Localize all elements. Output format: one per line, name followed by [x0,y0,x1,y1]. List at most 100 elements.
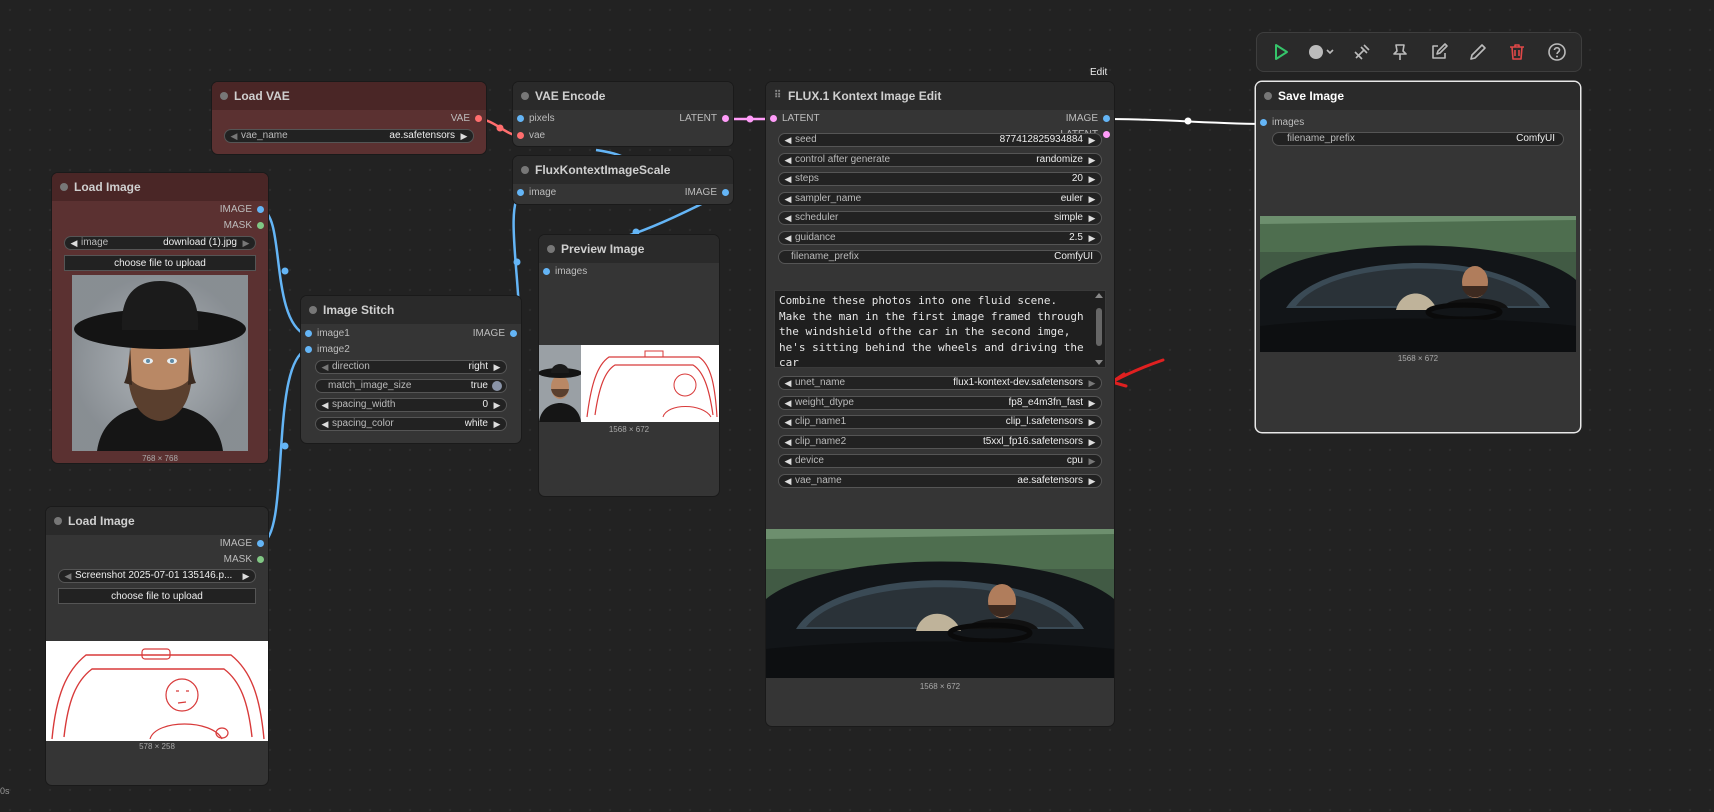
output-pin[interactable] [257,540,264,547]
output-pin[interactable] [510,330,517,337]
widget-clip-name2[interactable]: ◀ clip_name2 t5xxl_fp16.safetensors ▶ [778,434,1102,449]
input-latent[interactable]: LATENT [766,112,820,126]
input-pin[interactable] [543,268,550,275]
input-pin[interactable] [1260,119,1267,126]
node-flux-kontext-image-edit[interactable]: ⠿ FLUX.1 Kontext Image Edit LATENT IMAGE … [766,82,1114,726]
arrow-left-icon[interactable]: ◀ [229,129,239,143]
arrow-left-icon[interactable]: ◀ [69,236,79,250]
arrow-right-icon[interactable]: ▶ [1087,133,1097,147]
wire-handle[interactable] [1184,117,1192,125]
edit-box-icon[interactable] [1429,42,1449,62]
collapse-dot-icon[interactable] [547,245,555,253]
widget-sampler-name[interactable]: ◀ sampler_name euler ▶ [778,191,1102,206]
upload-button[interactable]: choose file to upload [64,255,256,271]
collapse-dot-icon[interactable] [220,92,228,100]
widget-clip-name1[interactable]: ◀ clip_name1 clip_l.safetensors ▶ [778,415,1102,429]
collapse-dot-icon[interactable] [60,183,68,191]
arrow-right-icon[interactable]: ▶ [1087,415,1097,429]
widget-steps[interactable]: ◀ steps 20 ▶ [778,172,1102,186]
image-widget[interactable]: ◀ image download (1).jpg ▶ [64,236,256,250]
spacing-width-widget[interactable]: ◀ spacing_width 0 ▶ [315,398,507,412]
arrow-right-icon[interactable]: ▶ [1087,474,1097,488]
arrow-left-icon[interactable]: ◀ [783,376,793,390]
arrow-left-icon[interactable]: ◀ [783,211,793,225]
node-title[interactable]: Load VAE [212,82,486,110]
node-load-vae[interactable]: Load VAE VAE ◀ vae_name ae.safetensors ▶ [212,82,486,154]
match-image-size-toggle[interactable]: match_image_size true [315,379,507,393]
collapse-dot-icon[interactable] [54,517,62,525]
edit-label[interactable]: Edit [1090,67,1107,78]
arrow-right-icon[interactable]: ▶ [1087,153,1097,167]
node-save-image[interactable]: Save Image images filename_prefix ComfyU… [1256,82,1580,432]
node-image-stitch[interactable]: Image Stitch image1 image2 IMAGE ◀ direc… [301,296,521,443]
output-image[interactable]: IMAGE [1066,112,1114,126]
arrow-left-icon[interactable]: ◀ [783,415,793,429]
output-pin[interactable] [722,189,729,196]
widget-weight-dtype[interactable]: ◀ weight_dtype fp8_e4m3fn_fast ▶ [778,395,1102,410]
arrow-left-icon[interactable]: ◀ [783,192,793,206]
output-pin[interactable] [257,222,264,229]
output-image[interactable]: IMAGE [220,203,268,217]
arrow-right-icon[interactable]: ▶ [459,129,469,143]
widget-control-after-generate[interactable]: ◀ control after generate randomize ▶ [778,152,1102,167]
arrow-right-icon[interactable]: ▶ [1087,172,1097,186]
input-images[interactable]: images [539,265,587,279]
wire-handle[interactable] [746,115,754,123]
collapse-dot-icon[interactable] [309,306,317,314]
textarea-scrollbar[interactable] [1094,292,1104,366]
output-pin[interactable] [257,556,264,563]
arrow-left-icon[interactable]: ◀ [320,360,330,374]
input-pixels[interactable]: pixels [513,112,555,126]
node-title[interactable]: ⠿ FLUX.1 Kontext Image Edit [766,82,1114,110]
node-vae-encode[interactable]: VAE Encode pixels vae LATENT [513,82,733,146]
widget-scheduler[interactable]: ◀ scheduler simple ▶ [778,211,1102,225]
arrow-left-icon[interactable]: ◀ [783,474,793,488]
wire-handle[interactable] [281,267,289,275]
output-pin[interactable] [1103,115,1110,122]
output-image[interactable]: IMAGE [685,186,733,200]
widget-filename-prefix[interactable]: filename_prefix ComfyUI [778,250,1102,264]
spacing-color-widget[interactable]: ◀ spacing_color white ▶ [315,417,507,431]
output-mask[interactable]: MASK [224,219,268,233]
collapse-dot-icon[interactable] [1264,92,1272,100]
arrow-left-icon[interactable]: ◀ [783,396,793,410]
node-title[interactable]: Image Stitch [301,296,521,324]
input-pin[interactable] [305,330,312,337]
widget-guidance[interactable]: ◀ guidance 2.5 ▶ [778,230,1102,245]
node-title[interactable]: VAE Encode [513,82,733,110]
output-pin[interactable] [1103,131,1110,138]
filename-prefix-widget[interactable]: filename_prefix ComfyUI [1272,132,1564,146]
output-pin[interactable] [475,115,482,122]
node-preview-image[interactable]: Preview Image images 1568 × 672 [539,235,719,496]
node-load-image-2[interactable]: Load Image IMAGE MASK ◀ Screenshot 2025-… [46,507,268,785]
play-icon[interactable] [1271,42,1291,62]
arrow-left-icon[interactable]: ◀ [320,417,330,431]
node-title[interactable]: FluxKontextImageScale [513,156,733,184]
arrow-right-icon[interactable]: ▶ [1087,231,1097,245]
input-pin[interactable] [517,115,524,122]
widget-seed[interactable]: ◀ seed 877412825934884 ▶ [778,133,1102,147]
arrow-right-icon[interactable]: ▶ [1087,435,1097,449]
input-vae[interactable]: vae [513,129,545,143]
arrow-left-icon[interactable]: ◀ [783,231,793,245]
collapse-dot-icon[interactable] [521,166,529,174]
arrow-left-icon[interactable]: ◀ [783,153,793,167]
wire-handle[interactable] [496,124,504,132]
arrow-right-icon[interactable]: ▶ [1087,454,1097,468]
trash-icon[interactable] [1507,42,1527,62]
arrow-right-icon[interactable]: ▶ [241,236,251,250]
arrow-left-icon[interactable]: ◀ [783,435,793,449]
output-vae[interactable]: VAE [451,112,486,126]
arrow-left-icon[interactable]: ◀ [783,454,793,468]
output-pin[interactable] [257,206,264,213]
wire-handle[interactable] [513,258,521,266]
output-mask[interactable]: MASK [224,553,268,567]
output-latent[interactable]: LATENT [679,112,733,126]
pencil-icon[interactable] [1468,42,1488,62]
arrow-right-icon[interactable]: ▶ [1087,192,1097,206]
node-flux-kontext-image-scale[interactable]: FluxKontextImageScale image IMAGE [513,156,733,204]
arrow-left-icon[interactable]: ◀ [63,569,73,583]
widget-unet-name[interactable]: ◀ unet_name flux1-kontext-dev.safetensors ▶ [778,376,1102,390]
image-widget[interactable]: ◀ Screenshot 2025-07-01 135146.p... ▶ [58,569,256,583]
upload-button[interactable]: choose file to upload [58,588,256,604]
